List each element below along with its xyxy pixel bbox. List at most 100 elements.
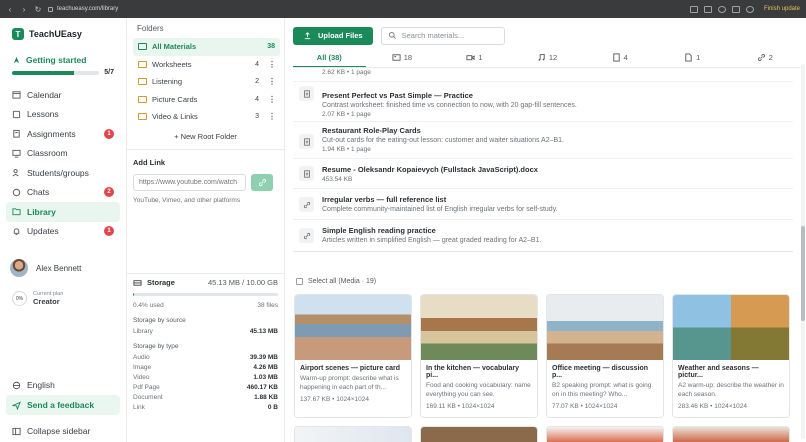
tab-links[interactable]: 2 [728, 48, 801, 67]
media-card[interactable]: Weather and seasons — pictur... A2 warm-… [672, 294, 790, 418]
storage-used: 0.4% used [133, 301, 164, 309]
storage-by-source-heading: Storage by source [133, 317, 186, 324]
media-card[interactable]: Airport scenes — picture card Warm-up pr… [294, 294, 412, 418]
sidebar-item-calendar[interactable]: Calendar [6, 85, 120, 105]
tab-all[interactable]: All (38) [293, 48, 366, 67]
folder-menu-icon[interactable]: ⋮ [268, 95, 276, 104]
sidebar-item-label: Updates [27, 226, 59, 237]
cast-icon[interactable] [689, 5, 698, 13]
storage-type-row: Document 1.88 KB [133, 392, 278, 402]
media-card[interactable] [420, 426, 538, 442]
card-title: Weather and seasons — pictur... [678, 365, 759, 379]
sidepanel-icon[interactable] [731, 5, 740, 13]
folder-video-links[interactable]: Video & Links 3 ⋮ [133, 108, 280, 126]
list-item[interactable]: Resume - Oleksandr Kopaievych (Fullstack… [293, 159, 793, 189]
folder-all-materials[interactable]: All Materials 38 [133, 38, 280, 56]
add-link-button[interactable] [251, 173, 273, 191]
folder-menu-icon[interactable]: ⋮ [268, 112, 276, 121]
card-desc: Warm-up prompt: describe what is happeni… [300, 375, 399, 391]
media-card[interactable] [294, 426, 412, 442]
sidebar-item-updates[interactable]: Updates 1 [6, 222, 120, 242]
tab-files[interactable]: 1 [656, 48, 729, 67]
type-label: Audio [133, 353, 150, 361]
tab-documents[interactable]: 4 [583, 48, 656, 67]
folder-icon [138, 43, 147, 51]
collapse-icon [12, 427, 21, 436]
sidebar-item-classroom[interactable]: Classroom [6, 144, 120, 164]
user-profile[interactable]: Alex Bennett [10, 259, 120, 277]
item-desc: Contrast worksheet: finished time vs con… [322, 102, 577, 109]
plan-usage-ring: 0% [12, 291, 27, 306]
media-card[interactable] [546, 426, 664, 442]
reload-icon[interactable]: ↻ [34, 5, 42, 14]
globe-icon [12, 381, 21, 390]
collapse-sidebar-button[interactable]: Collapse sidebar [6, 421, 120, 441]
list-item[interactable]: Present Perfect vs Past Simple — Practic… [293, 82, 793, 122]
tab-audio[interactable]: 12 [511, 48, 584, 67]
tab-label: 1 [478, 53, 483, 62]
tab-label: 1 [696, 53, 701, 62]
list-item[interactable]: Simple English reading practice Articles … [293, 220, 793, 252]
type-value: 4.26 MB [253, 363, 278, 371]
extensions-icon[interactable] [717, 5, 726, 13]
document-icon [299, 134, 314, 149]
media-card[interactable] [672, 426, 790, 442]
folder-listening[interactable]: Listening 2 ⋮ [133, 73, 280, 91]
logo-mark: T [12, 28, 24, 40]
scrollbar[interactable] [801, 64, 805, 439]
type-value: 39.39 MB [249, 353, 278, 361]
folder-menu-icon[interactable]: ⋮ [268, 77, 276, 86]
search-input[interactable]: Search materials... [380, 26, 505, 45]
upload-files-button[interactable]: Upload Files [293, 26, 373, 45]
sidebar-item-label: Calendar [27, 89, 62, 100]
finish-update-button[interactable]: Finish update [764, 6, 800, 12]
search-icon [388, 31, 397, 40]
folder-count: 4 [255, 95, 259, 103]
link-icon [299, 197, 314, 212]
brand-logo[interactable]: T TeachUEasy [12, 28, 120, 40]
sidebar-item-assignments[interactable]: Assignments 1 [6, 124, 120, 144]
select-all-media[interactable]: Select all (Media · 19) [293, 278, 376, 285]
list-item[interactable]: Irregular verbs — full reference list Com… [293, 189, 793, 220]
search-placeholder: Search materials... [401, 31, 465, 40]
sidebar-item-library[interactable]: Library [6, 202, 120, 222]
sidebar-item-students[interactable]: Students/groups [6, 163, 120, 183]
list-item[interactable]: 2.62 KB • 1 page [293, 68, 793, 82]
item-title: Resume - Oleksandr Kopaievych (Fullstack… [322, 165, 538, 174]
tab-videos[interactable]: 1 [438, 48, 511, 67]
profile-icon[interactable] [745, 5, 754, 13]
card-title: In the kitchen — vocabulary pi... [426, 365, 519, 379]
media-card[interactable]: Office meeting — discussion p... B2 spea… [546, 294, 664, 418]
scrollbar-thumb[interactable] [801, 226, 805, 321]
type-label: Document [133, 393, 163, 401]
folder-menu-icon[interactable]: ⋮ [268, 60, 276, 69]
back-icon[interactable]: ‹ [6, 5, 14, 14]
folder-worksheets[interactable]: Worksheets 4 ⋮ [133, 56, 280, 74]
current-plan[interactable]: 0% Current plan Creator [12, 291, 120, 306]
file-icon [684, 53, 693, 62]
send-icon [12, 400, 21, 410]
sidebar-item-lessons[interactable]: Lessons [6, 105, 120, 125]
address-bar[interactable]: teachueasy.com/library [48, 6, 118, 12]
new-root-folder-button[interactable]: + New Root Folder [127, 132, 284, 141]
media-card[interactable]: In the kitchen — vocabulary pi... Food a… [420, 294, 538, 418]
document-icon [612, 53, 621, 62]
bookmark-icon[interactable] [703, 5, 712, 13]
card-desc: Food and cooking vocabulary: name everyt… [426, 382, 531, 398]
site-info-icon[interactable] [48, 6, 53, 12]
folders-panel: Folders All Materials 38 Worksheets 4 ⋮ … [127, 18, 285, 442]
select-all-checkbox[interactable] [296, 278, 303, 285]
tab-images[interactable]: 18 [366, 48, 439, 67]
language-selector[interactable]: English [6, 375, 120, 395]
image-icon [392, 53, 401, 62]
forward-icon[interactable]: › [20, 5, 28, 14]
send-feedback-button[interactable]: Send a feedback [6, 395, 120, 415]
sidebar-item-chats[interactable]: Chats 2 [6, 183, 120, 203]
link-url-input[interactable] [133, 173, 246, 191]
storage-files: 38 files [257, 301, 278, 309]
getting-started[interactable]: Getting started 5/7 [6, 53, 120, 80]
card-desc: B2 speaking prompt: what is going on in … [552, 382, 652, 398]
folder-picture-cards[interactable]: Picture Cards 4 ⋮ [133, 91, 280, 109]
type-value: 0 B [267, 403, 278, 411]
list-item[interactable]: Restaurant Role-Play Cards Cut-out cards … [293, 122, 793, 159]
